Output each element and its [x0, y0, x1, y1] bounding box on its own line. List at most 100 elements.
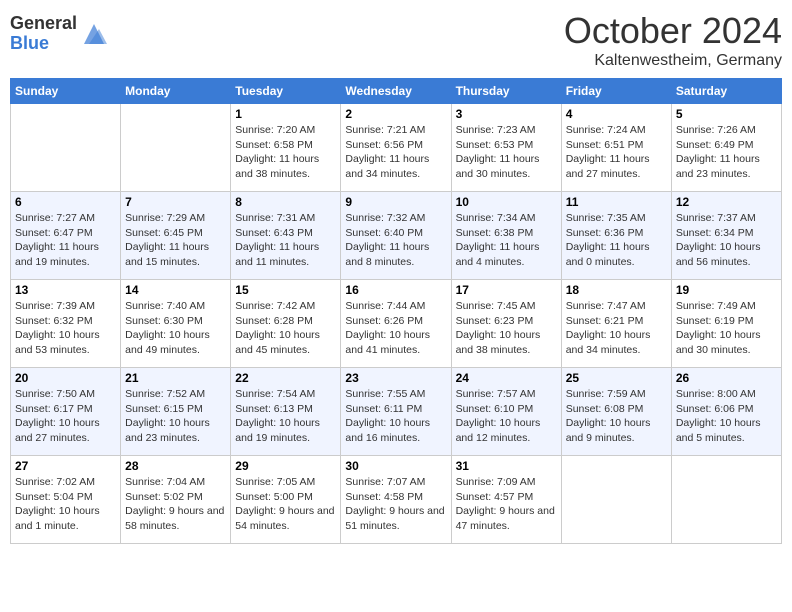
- calendar-cell: 1 Sunrise: 7:20 AM Sunset: 6:58 PM Daylig…: [231, 104, 341, 192]
- day-number: 2: [345, 107, 446, 121]
- calendar-cell: 25 Sunrise: 7:59 AM Sunset: 6:08 PM Dayli…: [561, 368, 671, 456]
- day-number: 1: [235, 107, 336, 121]
- day-number: 25: [566, 371, 667, 385]
- weekday-header-thursday: Thursday: [451, 79, 561, 104]
- day-info: Sunrise: 7:47 AM Sunset: 6:21 PM Dayligh…: [566, 299, 667, 358]
- day-info: Sunrise: 7:49 AM Sunset: 6:19 PM Dayligh…: [676, 299, 777, 358]
- calendar-cell: [671, 456, 781, 544]
- day-info: Sunrise: 7:39 AM Sunset: 6:32 PM Dayligh…: [15, 299, 116, 358]
- calendar-week-row: 27 Sunrise: 7:02 AM Sunset: 5:04 PM Dayli…: [11, 456, 782, 544]
- day-number: 31: [456, 459, 557, 473]
- day-info: Sunrise: 7:27 AM Sunset: 6:47 PM Dayligh…: [15, 211, 116, 270]
- calendar-cell: 18 Sunrise: 7:47 AM Sunset: 6:21 PM Dayli…: [561, 280, 671, 368]
- calendar-cell: 20Sunrise: 7:50 AM Sunset: 6:17 PM Dayli…: [11, 368, 121, 456]
- calendar-cell: 22Sunrise: 7:54 AM Sunset: 6:13 PM Dayli…: [231, 368, 341, 456]
- weekday-header-saturday: Saturday: [671, 79, 781, 104]
- day-number: 8: [235, 195, 336, 209]
- day-info: Sunrise: 7:23 AM Sunset: 6:53 PM Dayligh…: [456, 123, 557, 182]
- calendar-cell: 9 Sunrise: 7:32 AM Sunset: 6:40 PM Daylig…: [341, 192, 451, 280]
- day-info: Sunrise: 7:31 AM Sunset: 6:43 PM Dayligh…: [235, 211, 336, 270]
- calendar-week-row: 13 Sunrise: 7:39 AM Sunset: 6:32 PM Dayli…: [11, 280, 782, 368]
- day-info: Sunrise: 7:09 AM Sunset: 4:57 PM Dayligh…: [456, 475, 557, 534]
- calendar-cell: 24 Sunrise: 7:57 AM Sunset: 6:10 PM Dayli…: [451, 368, 561, 456]
- day-info: Sunrise: 7:52 AM Sunset: 6:15 PM Dayligh…: [125, 387, 226, 446]
- day-info: Sunrise: 7:32 AM Sunset: 6:40 PM Dayligh…: [345, 211, 446, 270]
- day-number: 14: [125, 283, 226, 297]
- calendar-cell: 19 Sunrise: 7:49 AM Sunset: 6:19 PM Dayli…: [671, 280, 781, 368]
- logo-general-text: General: [10, 14, 77, 34]
- calendar-cell: 31 Sunrise: 7:09 AM Sunset: 4:57 PM Dayli…: [451, 456, 561, 544]
- month-title: October 2024: [564, 10, 782, 52]
- logo: General Blue: [10, 14, 109, 54]
- calendar-cell: [561, 456, 671, 544]
- day-info: Sunrise: 7:45 AM Sunset: 6:23 PM Dayligh…: [456, 299, 557, 358]
- calendar-cell: 17 Sunrise: 7:45 AM Sunset: 6:23 PM Dayli…: [451, 280, 561, 368]
- day-number: 12: [676, 195, 777, 209]
- day-info: Sunrise: 7:20 AM Sunset: 6:58 PM Dayligh…: [235, 123, 336, 182]
- day-info: Sunrise: 7:42 AM Sunset: 6:28 PM Dayligh…: [235, 299, 336, 358]
- calendar-cell: 15 Sunrise: 7:42 AM Sunset: 6:28 PM Dayli…: [231, 280, 341, 368]
- calendar-week-row: 20Sunrise: 7:50 AM Sunset: 6:17 PM Dayli…: [11, 368, 782, 456]
- day-number: 7: [125, 195, 226, 209]
- day-number: 24: [456, 371, 557, 385]
- calendar-cell: 13 Sunrise: 7:39 AM Sunset: 6:32 PM Dayli…: [11, 280, 121, 368]
- day-info: Sunrise: 7:55 AM Sunset: 6:11 PM Dayligh…: [345, 387, 446, 446]
- calendar-cell: 11 Sunrise: 7:35 AM Sunset: 6:36 PM Dayli…: [561, 192, 671, 280]
- day-info: Sunrise: 7:44 AM Sunset: 6:26 PM Dayligh…: [345, 299, 446, 358]
- weekday-header-sunday: Sunday: [11, 79, 121, 104]
- day-number: 27: [15, 459, 116, 473]
- day-number: 11: [566, 195, 667, 209]
- day-info: Sunrise: 7:07 AM Sunset: 4:58 PM Dayligh…: [345, 475, 446, 534]
- day-number: 19: [676, 283, 777, 297]
- weekday-header-wednesday: Wednesday: [341, 79, 451, 104]
- day-number: 30: [345, 459, 446, 473]
- day-number: 15: [235, 283, 336, 297]
- day-info: Sunrise: 7:57 AM Sunset: 6:10 PM Dayligh…: [456, 387, 557, 446]
- day-number: 28: [125, 459, 226, 473]
- day-info: Sunrise: 7:04 AM Sunset: 5:02 PM Dayligh…: [125, 475, 226, 534]
- calendar-cell: 29 Sunrise: 7:05 AM Sunset: 5:00 PM Dayli…: [231, 456, 341, 544]
- calendar-cell: 16 Sunrise: 7:44 AM Sunset: 6:26 PM Dayli…: [341, 280, 451, 368]
- day-info: Sunrise: 8:00 AM Sunset: 6:06 PM Dayligh…: [676, 387, 777, 446]
- day-info: Sunrise: 7:35 AM Sunset: 6:36 PM Dayligh…: [566, 211, 667, 270]
- day-number: 17: [456, 283, 557, 297]
- calendar-cell: 21 Sunrise: 7:52 AM Sunset: 6:15 PM Dayli…: [121, 368, 231, 456]
- title-block: October 2024 Kaltenwestheim, Germany: [564, 10, 782, 70]
- calendar-cell: 2 Sunrise: 7:21 AM Sunset: 6:56 PM Daylig…: [341, 104, 451, 192]
- day-number: 18: [566, 283, 667, 297]
- calendar-cell: 10 Sunrise: 7:34 AM Sunset: 6:38 PM Dayli…: [451, 192, 561, 280]
- calendar-cell: 7Sunrise: 7:29 AM Sunset: 6:45 PM Daylig…: [121, 192, 231, 280]
- logo-icon: [79, 19, 109, 49]
- calendar-week-row: 6Sunrise: 7:27 AM Sunset: 6:47 PM Daylig…: [11, 192, 782, 280]
- weekday-header-row: SundayMondayTuesdayWednesdayThursdayFrid…: [11, 79, 782, 104]
- day-number: 21: [125, 371, 226, 385]
- day-info: Sunrise: 7:37 AM Sunset: 6:34 PM Dayligh…: [676, 211, 777, 270]
- calendar-cell: 26Sunrise: 8:00 AM Sunset: 6:06 PM Dayli…: [671, 368, 781, 456]
- calendar-week-row: 1 Sunrise: 7:20 AM Sunset: 6:58 PM Daylig…: [11, 104, 782, 192]
- day-number: 16: [345, 283, 446, 297]
- day-number: 3: [456, 107, 557, 121]
- calendar-cell: 27 Sunrise: 7:02 AM Sunset: 5:04 PM Dayli…: [11, 456, 121, 544]
- calendar-cell: 12 Sunrise: 7:37 AM Sunset: 6:34 PM Dayli…: [671, 192, 781, 280]
- calendar-cell: 14Sunrise: 7:40 AM Sunset: 6:30 PM Dayli…: [121, 280, 231, 368]
- calendar-cell: [121, 104, 231, 192]
- day-info: Sunrise: 7:54 AM Sunset: 6:13 PM Dayligh…: [235, 387, 336, 446]
- calendar-cell: 6Sunrise: 7:27 AM Sunset: 6:47 PM Daylig…: [11, 192, 121, 280]
- calendar-cell: 5Sunrise: 7:26 AM Sunset: 6:49 PM Daylig…: [671, 104, 781, 192]
- day-number: 23: [345, 371, 446, 385]
- day-number: 9: [345, 195, 446, 209]
- day-info: Sunrise: 7:21 AM Sunset: 6:56 PM Dayligh…: [345, 123, 446, 182]
- day-number: 10: [456, 195, 557, 209]
- calendar-cell: 28 Sunrise: 7:04 AM Sunset: 5:02 PM Dayli…: [121, 456, 231, 544]
- day-info: Sunrise: 7:59 AM Sunset: 6:08 PM Dayligh…: [566, 387, 667, 446]
- day-info: Sunrise: 7:05 AM Sunset: 5:00 PM Dayligh…: [235, 475, 336, 534]
- calendar-table: SundayMondayTuesdayWednesdayThursdayFrid…: [10, 78, 782, 544]
- day-info: Sunrise: 7:24 AM Sunset: 6:51 PM Dayligh…: [566, 123, 667, 182]
- day-info: Sunrise: 7:26 AM Sunset: 6:49 PM Dayligh…: [676, 123, 777, 182]
- weekday-header-friday: Friday: [561, 79, 671, 104]
- day-number: 13: [15, 283, 116, 297]
- day-info: Sunrise: 7:34 AM Sunset: 6:38 PM Dayligh…: [456, 211, 557, 270]
- day-info: Sunrise: 7:02 AM Sunset: 5:04 PM Dayligh…: [15, 475, 116, 534]
- day-number: 29: [235, 459, 336, 473]
- logo-blue-text: Blue: [10, 34, 77, 54]
